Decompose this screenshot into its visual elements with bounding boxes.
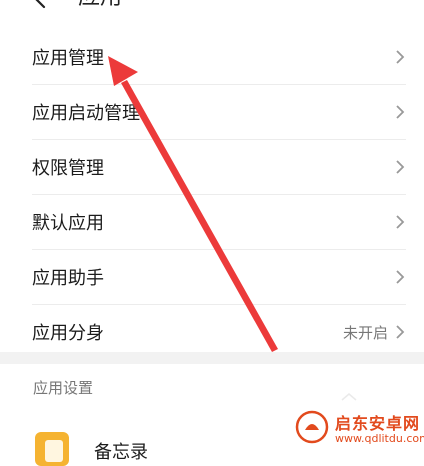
menu-item-default-apps[interactable]: 默认应用 [32, 195, 406, 250]
top-bar: 应用 [0, 0, 424, 22]
menu-item-app-assistant[interactable]: 应用助手 [32, 250, 406, 305]
section-title: 应用设置 [33, 379, 94, 397]
page-title: 应用 [78, 0, 122, 10]
menu-item-label: 应用管理 [32, 48, 104, 69]
app-item-label: 备忘录 [94, 442, 148, 463]
menu-item-app-management[interactable]: 应用管理 [32, 30, 406, 85]
menu-item-label: 权限管理 [32, 158, 104, 179]
watermark: 启东安卓网 www.qdlitdu.com [293, 408, 424, 450]
chevron-right-icon [396, 215, 405, 229]
watermark-url: www.qdlitdu.com [335, 432, 424, 445]
back-arrow-icon[interactable] [30, 0, 52, 10]
chevron-right-icon [396, 160, 405, 174]
watermark-name: 启东安卓网 [335, 414, 421, 433]
scroll-hint-icon [341, 393, 357, 401]
chevron-right-icon [396, 50, 405, 64]
menu-item-label: 应用助手 [32, 268, 104, 289]
menu-item-label: 应用分身 [32, 323, 104, 344]
app-twin-status: 未开启 [342, 323, 388, 342]
menu-item-app-twin[interactable]: 应用分身 未开启 [32, 305, 406, 359]
settings-list: 应用管理 应用启动管理 权限管理 默认应用 应用助手 应用分身 未开启 [0, 30, 424, 359]
watermark-logo-icon [295, 410, 329, 444]
menu-item-app-launch-management[interactable]: 应用启动管理 [32, 85, 406, 140]
menu-item-permission-management[interactable]: 权限管理 [32, 140, 406, 195]
chevron-right-icon [396, 105, 405, 119]
memo-icon [35, 432, 69, 466]
section-divider [0, 352, 424, 364]
chevron-right-icon [396, 325, 405, 339]
menu-item-label: 默认应用 [32, 213, 104, 234]
chevron-right-icon [396, 270, 405, 284]
menu-item-label: 应用启动管理 [32, 103, 140, 124]
